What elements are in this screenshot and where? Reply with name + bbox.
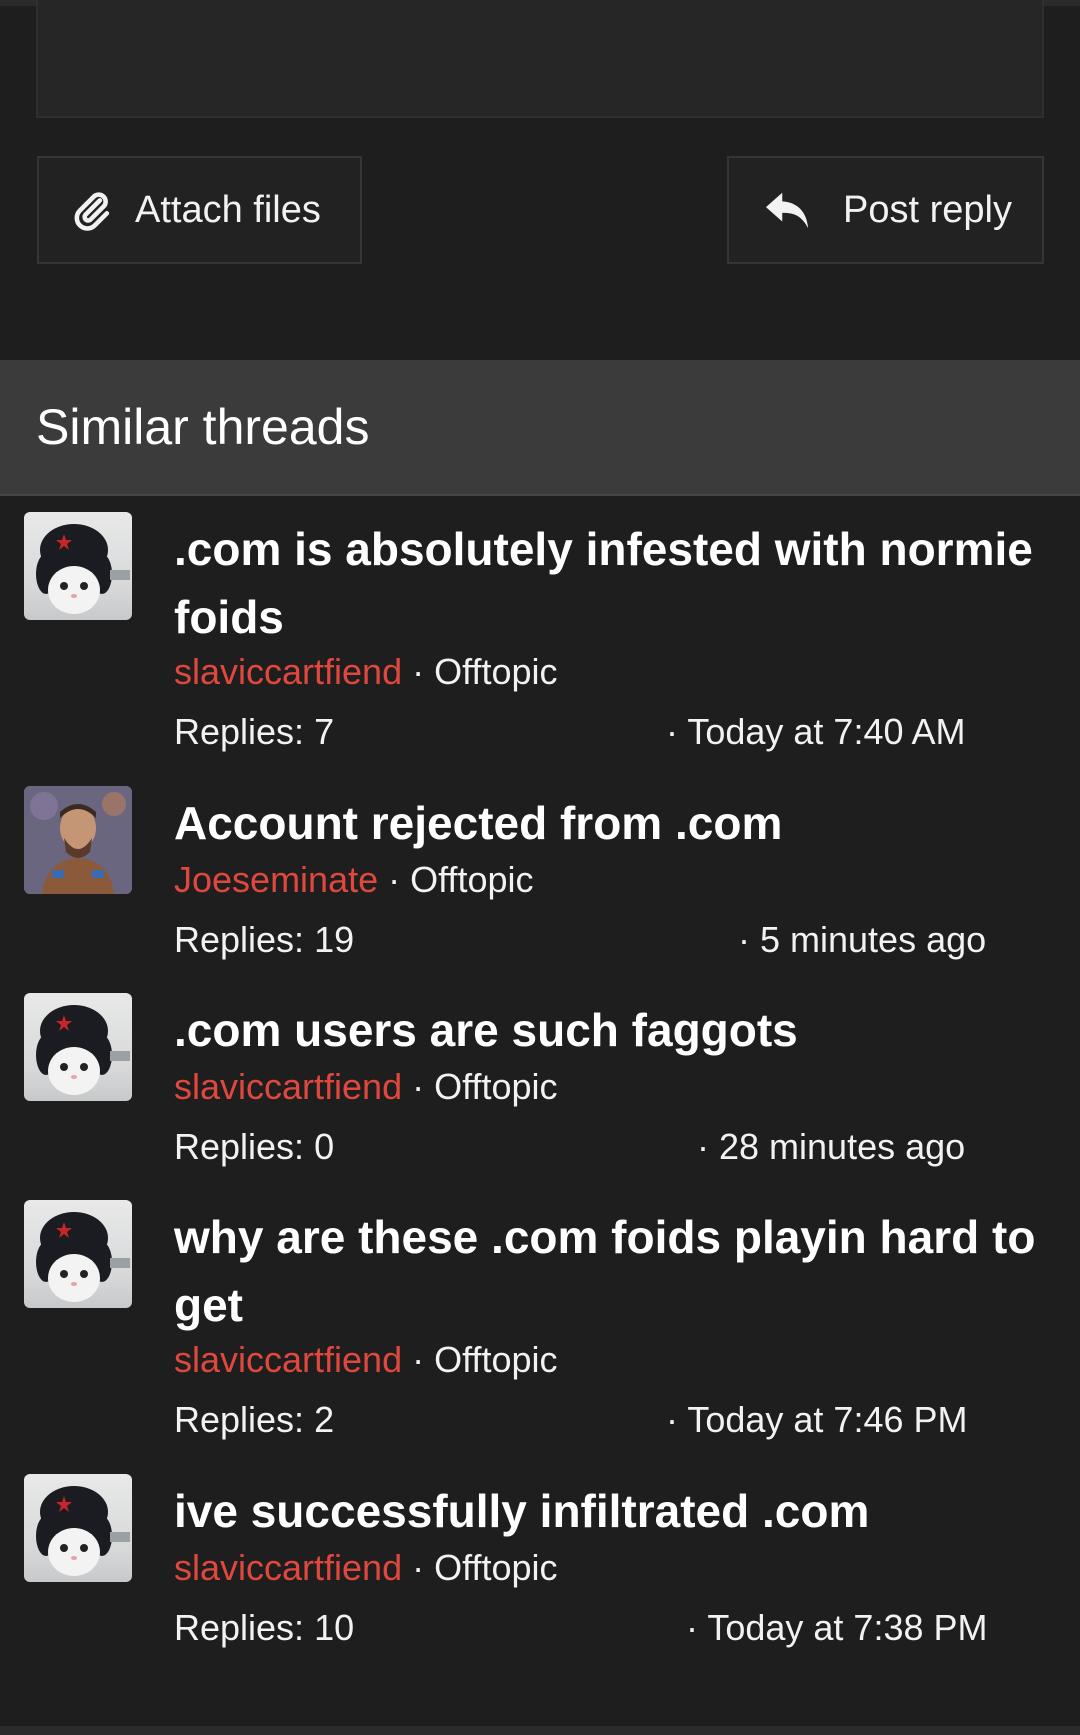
thread-date: · 5 minutes ago (738, 918, 986, 962)
thread-date-text: 5 minutes ago (760, 919, 987, 960)
thread-author[interactable]: slaviccartfiend (174, 1339, 402, 1380)
post-reply-button[interactable]: Post reply (727, 156, 1044, 264)
thread-item[interactable]: .com is absolutely infested with normie … (0, 512, 1080, 752)
thread-title[interactable]: Account rejected from .com (174, 789, 1044, 857)
thread-replies: Replies: 2 (174, 1399, 335, 1440)
similar-threads-title: Similar threads (36, 399, 370, 455)
thread-date-text: 28 minutes ago (719, 1126, 966, 1167)
thread-author[interactable]: slaviccartfiend (174, 651, 402, 692)
painted-portrait-avatar-image (24, 786, 132, 894)
thread-item[interactable]: .com users are such faggots slaviccartfi… (0, 993, 1080, 1173)
post-reply-label: Post reply (843, 188, 1012, 231)
thread-item[interactable]: Account rejected from .com Joeseminate ·… (0, 786, 1080, 966)
meta-separator: · (402, 1547, 435, 1588)
thread-item[interactable]: why are these .com foids playin hard to … (0, 1200, 1080, 1440)
thread-meta: slaviccartfiend · Offtopic (174, 1546, 558, 1590)
reply-editor[interactable] (36, 0, 1044, 118)
cat-ushanka-avatar-image (36, 524, 130, 614)
thread-forum[interactable]: Offtopic (434, 1066, 557, 1107)
date-separator: · (666, 711, 688, 752)
thread-date-text: Today at 7:38 PM (707, 1607, 988, 1648)
thread-title[interactable]: .com is absolutely infested with normie … (174, 515, 1044, 651)
meta-separator: · (378, 859, 411, 900)
date-separator: · (666, 1399, 688, 1440)
cat-ushanka-avatar-image (36, 1005, 130, 1095)
thread-title[interactable]: .com users are such faggots (174, 996, 1044, 1064)
thread-forum[interactable]: Offtopic (434, 651, 557, 692)
thread-forum[interactable]: Offtopic (434, 1547, 557, 1588)
thread-replies: Replies: 10 (174, 1607, 355, 1648)
thread-replies: Replies: 0 (174, 1126, 335, 1167)
cat-ushanka-avatar-image (36, 1212, 130, 1302)
user-avatar[interactable] (24, 1200, 132, 1308)
paperclip-icon (74, 192, 110, 231)
thread-author[interactable]: Joeseminate (174, 859, 378, 900)
thread-date-text: Today at 7:40 AM (687, 711, 966, 752)
thread-date-text: Today at 7:46 PM (687, 1399, 968, 1440)
bottom-divider (0, 1726, 1080, 1735)
user-avatar[interactable] (24, 993, 132, 1101)
attach-files-button[interactable]: Attach files (37, 156, 362, 264)
meta-separator: · (402, 1066, 435, 1107)
thread-item[interactable]: ive successfully infiltrated .com slavic… (0, 1474, 1080, 1654)
thread-title[interactable]: ive successfully infiltrated .com (174, 1477, 1044, 1545)
thread-date: · Today at 7:38 PM (686, 1606, 988, 1650)
thread-replies: Replies: 19 (174, 919, 355, 960)
thread-date: · Today at 7:46 PM (666, 1398, 968, 1442)
thread-date: · 28 minutes ago (697, 1125, 965, 1169)
meta-separator: · (402, 1339, 435, 1380)
user-avatar[interactable] (24, 512, 132, 620)
thread-date: · Today at 7:40 AM (666, 710, 966, 754)
user-avatar[interactable] (24, 1474, 132, 1582)
thread-meta: slaviccartfiend · Offtopic (174, 1338, 558, 1382)
thread-forum[interactable]: Offtopic (434, 1339, 557, 1380)
thread-meta: Joeseminate · Offtopic (174, 858, 534, 902)
user-avatar[interactable] (24, 786, 132, 894)
thread-replies: Replies: 7 (174, 711, 335, 752)
thread-author[interactable]: slaviccartfiend (174, 1066, 402, 1107)
date-separator: · (738, 919, 760, 960)
attach-files-label: Attach files (135, 188, 321, 231)
cat-ushanka-avatar-image (36, 1486, 130, 1576)
date-separator: · (697, 1126, 719, 1167)
reply-arrow-icon (765, 192, 809, 229)
thread-meta: slaviccartfiend · Offtopic (174, 1065, 558, 1109)
similar-threads-header: Similar threads (0, 360, 1080, 496)
thread-author[interactable]: slaviccartfiend (174, 1547, 402, 1588)
meta-separator: · (402, 651, 435, 692)
thread-meta: slaviccartfiend · Offtopic (174, 650, 558, 694)
thread-title[interactable]: why are these .com foids playin hard to … (174, 1203, 1044, 1339)
date-separator: · (686, 1607, 708, 1648)
thread-forum[interactable]: Offtopic (410, 859, 533, 900)
